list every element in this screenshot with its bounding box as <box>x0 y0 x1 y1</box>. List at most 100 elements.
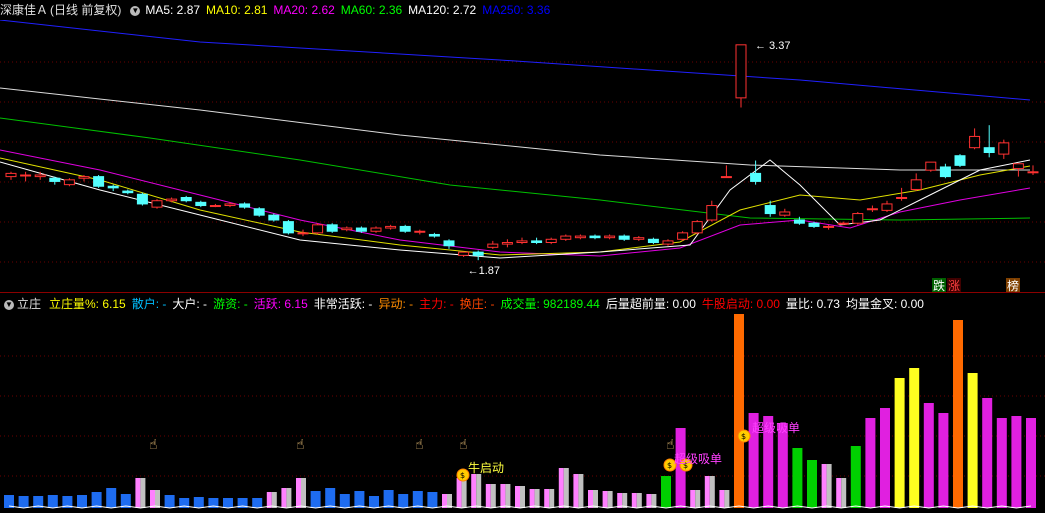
candle <box>1012 163 1024 170</box>
candle <box>779 211 791 216</box>
candle <box>370 227 382 232</box>
panel-divider <box>0 292 1045 293</box>
stock-name[interactable]: 深康佳Ａ <box>0 3 48 17</box>
volume-bar <box>850 446 861 508</box>
high-price-label: ← 3.37 <box>755 40 790 52</box>
candle <box>34 174 46 178</box>
candle <box>78 176 90 179</box>
ma-item: MA120: 2.72 <box>408 3 477 17</box>
candle <box>253 208 265 216</box>
candle <box>998 142 1010 155</box>
candle <box>166 198 178 202</box>
chevron-down-icon[interactable]: ▼ <box>4 299 14 310</box>
candle <box>414 230 426 233</box>
chevron-down-icon[interactable]: ▼ <box>130 5 141 16</box>
indicator-name[interactable]: 立庄 <box>17 297 41 311</box>
candle <box>969 135 981 149</box>
price-chart[interactable]: ← 3.37 ←1.87 跌涨 榜 <box>0 20 1045 292</box>
hand-pointer-icon: ☝ <box>666 437 675 453</box>
volume-bar <box>826 464 832 508</box>
indicator-chart[interactable]: ☝ ☝ ☝ ☝ ☝$$ $$牛启动超级吸单超级吸单 <box>0 314 1045 511</box>
volume-bar <box>894 378 905 508</box>
candle <box>107 185 119 189</box>
indicator-item: 后量超前量: 0.00 <box>605 297 696 311</box>
volume-bar <box>427 492 438 508</box>
volume-bar <box>325 488 336 508</box>
indicator-item: 换庄: - <box>459 297 495 311</box>
hand-pointer-icon: ☝ <box>149 437 158 453</box>
volume-bar <box>967 373 978 508</box>
candle <box>385 225 397 229</box>
indicator-item: 均量金叉: 0.00 <box>845 297 924 311</box>
candle <box>268 214 280 221</box>
candle <box>224 203 236 207</box>
volume-bar <box>982 398 993 508</box>
volume-bar <box>563 468 569 508</box>
indicator-item: 非常活跃: - <box>313 297 373 311</box>
price-chart-header: 深康佳Ａ (日线 前复权) ▼ MA5: 2.87 MA10: 2.81 MA20: 2.… <box>0 0 1045 20</box>
candle <box>925 161 937 171</box>
volume-bar <box>573 474 579 508</box>
indicator-item: 活跃: 6.15 <box>253 297 308 311</box>
volume-bar <box>777 423 788 508</box>
ma250-line <box>0 20 1031 101</box>
period-label[interactable]: (日线 前复权) <box>50 3 121 17</box>
candle <box>574 235 586 239</box>
candle <box>49 177 61 182</box>
signal-buy-2: 超级吸单 <box>752 420 800 435</box>
candle <box>195 201 207 207</box>
tag-fall[interactable]: 跌 <box>933 278 945 292</box>
indicator-item: 牛股启动: 0.00 <box>701 297 780 311</box>
volume-bar <box>369 496 379 508</box>
candle <box>399 225 411 232</box>
candle <box>458 251 470 256</box>
volume-bar <box>398 494 409 508</box>
volume-bar <box>909 368 920 508</box>
volume-bar <box>578 474 584 508</box>
candle <box>983 147 995 154</box>
candle <box>326 224 338 232</box>
tag-rise[interactable]: 涨 <box>948 278 960 292</box>
volume-bar <box>456 478 462 508</box>
candle <box>604 235 616 239</box>
money-bag-icon-glyph: $ <box>741 432 746 441</box>
volume-bar <box>461 478 467 508</box>
candle <box>896 197 908 199</box>
volume-bar <box>724 490 730 508</box>
volume-bar <box>690 490 696 508</box>
volume-bar <box>636 493 642 508</box>
candle <box>852 213 864 224</box>
candle <box>823 225 835 228</box>
candle <box>662 240 674 245</box>
candle <box>20 174 32 177</box>
hand-pointer-icon: ☝ <box>415 437 424 453</box>
indicator-item: 散户: - <box>131 297 167 311</box>
volume-bar <box>296 478 301 508</box>
candle <box>282 221 294 234</box>
candle <box>633 237 645 240</box>
candle <box>472 251 484 256</box>
candle <box>808 222 820 227</box>
volume-bar <box>661 476 671 508</box>
volume-bar <box>520 486 525 508</box>
volume-bar <box>558 468 564 508</box>
money-bag-icon-glyph: $ <box>460 471 465 480</box>
volume-bar <box>841 478 847 508</box>
candle <box>866 208 878 211</box>
volume-bar <box>77 495 87 508</box>
candle <box>443 240 455 247</box>
hand-pointer-icon: ☝ <box>296 437 305 453</box>
ma-item: MA20: 2.62 <box>273 3 335 17</box>
candle <box>122 190 134 194</box>
ma120-line <box>0 87 1030 171</box>
volume-bar <box>301 478 306 508</box>
volume-bar <box>953 320 963 508</box>
volume-bar <box>339 494 350 508</box>
indicator-item: 立庄量%: 6.15 <box>49 297 126 311</box>
candle <box>63 179 75 186</box>
tag-rank[interactable]: 榜 <box>1007 278 1019 292</box>
money-bag-icon-glyph: $ <box>667 461 672 470</box>
volume-bar <box>18 496 29 508</box>
volume-bar <box>821 464 827 508</box>
candle <box>939 166 951 178</box>
